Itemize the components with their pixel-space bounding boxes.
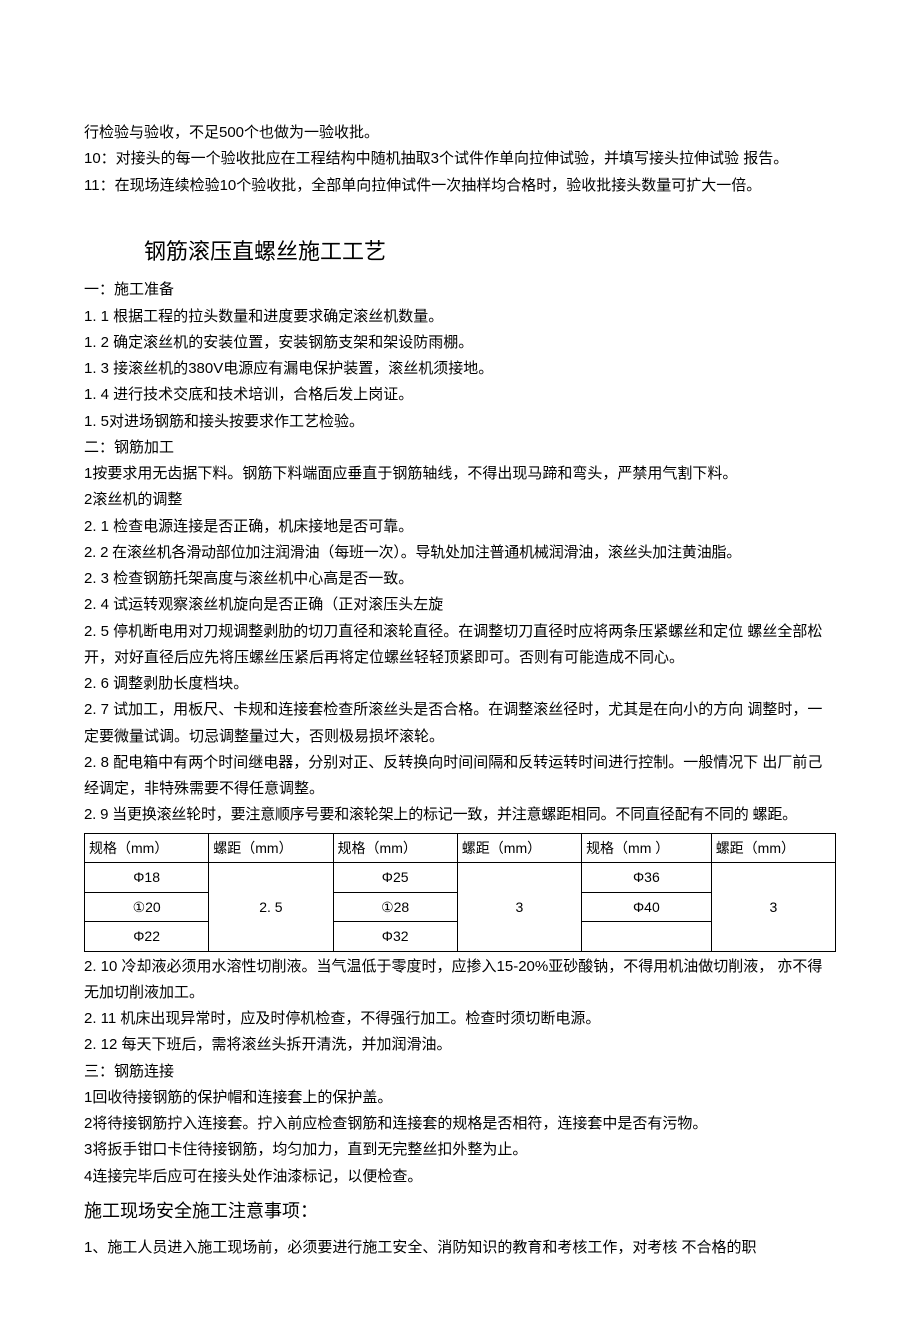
table-header-row: 规格（mm） 螺距（mm） 规格（mm） 螺距（mm） 规格（mm ） 螺距（m… xyxy=(85,833,836,863)
process-1: 1按要求用无齿据下料。钢筋下料端面应垂直于钢筋轴线，不得出现马蹄和弯头，严禁用气… xyxy=(84,461,836,487)
cell-spec: Φ40 xyxy=(582,892,712,922)
th-spec-2: 规格（mm） xyxy=(333,833,457,863)
intro-line-2: 10：对接头的每一个验收批应在工程结构中随机抽取3个试件作单向拉伸试验，并填写接… xyxy=(84,146,836,172)
connect-1: 1回收待接钢筋的保护帽和连接套上的保护盖。 xyxy=(84,1085,836,1111)
connect-2: 2将待接钢筋拧入连接套。拧入前应检查钢筋和连接套的规格是否相符，连接套中是否有污… xyxy=(84,1111,836,1137)
process-2-12: 2. 12 每天下班后，需将滚丝头拆开清洗，并加润滑油。 xyxy=(84,1032,836,1058)
connect-4: 4连接完毕后应可在接头处作油漆标记，以便检查。 xyxy=(84,1164,836,1190)
process-2-6: 2. 6 调整剥肋长度档块。 xyxy=(84,671,836,697)
section2-title: 施工现场安全施工注意事项： xyxy=(84,1196,836,1228)
section1-title: 钢筋滚压直螺丝施工工艺 xyxy=(144,233,836,272)
prep-item-2: 1. 2 确定滚丝机的安装位置，安装钢筋支架和架设防雨棚。 xyxy=(84,330,836,356)
th-spec-3: 规格（mm ） xyxy=(582,833,712,863)
process-2-2: 2. 2 在滚丝机各滑动部位加注润滑油（每班一次）。导轨处加注普通机械润滑油，滚… xyxy=(84,540,836,566)
intro-line-3: 11：在现场连续检验10个验收批，全部单向拉伸试件一次抽样均合格时，验收批接头数… xyxy=(84,173,836,199)
process-2-11: 2. 11 机床出现异常时，应及时停机检查，不得强行加工。检查时须切断电源。 xyxy=(84,1006,836,1032)
connect-heading: 三：钢筋连接 xyxy=(84,1059,836,1085)
process-2-1: 2. 1 检查电源连接是否正确，机床接地是否可靠。 xyxy=(84,514,836,540)
th-pitch-3: 螺距（mm） xyxy=(711,833,835,863)
safety-1: 1、施工人员进入施工现场前，必须要进行施工安全、消防知识的教育和考核工作，对考核… xyxy=(84,1235,836,1261)
cell-spec: ①28 xyxy=(333,892,457,922)
process-2-5: 2. 5 停机断电用对刀规调整剥肋的切刀直径和滚轮直径。在调整切刀直径时应将两条… xyxy=(84,619,836,672)
prep-heading: 一：施工准备 xyxy=(84,277,836,303)
process-2-7: 2. 7 试加工，用板尺、卡规和连接套检查所滚丝头是否合格。在调整滚丝径时，尤其… xyxy=(84,697,836,750)
spec-table: 规格（mm） 螺距（mm） 规格（mm） 螺距（mm） 规格（mm ） 螺距（m… xyxy=(84,833,836,952)
th-pitch-2: 螺距（mm） xyxy=(457,833,581,863)
spacer xyxy=(84,199,836,221)
process-2-8: 2. 8 配电箱中有两个时间继电器，分别对正、反转换向时间间隔和反转运转时间进行… xyxy=(84,750,836,803)
table-row: Φ18 2. 5 Φ25 3 Φ36 3 xyxy=(85,863,836,893)
prep-item-5: 1. 5对进场钢筋和接头按要求作工艺检验。 xyxy=(84,409,836,435)
prep-item-3: 1. 3 接滚丝机的380V电源应有漏电保护装置，滚丝机须接地。 xyxy=(84,356,836,382)
th-pitch-1: 螺距（mm） xyxy=(209,833,333,863)
cell-spec: Φ22 xyxy=(85,922,209,952)
cell-pitch: 3 xyxy=(457,863,581,952)
cell-spec: Φ32 xyxy=(333,922,457,952)
process-2: 2滚丝机的调整 xyxy=(84,487,836,513)
cell-spec: Φ18 xyxy=(85,863,209,893)
cell-spec xyxy=(582,922,712,952)
process-2-9: 2. 9 当更换滚丝轮时，要注意顺序号要和滚轮架上的标记一致，并注意螺距相同。不… xyxy=(84,802,836,828)
intro-line-1: 行检验与验收，不足500个也做为一验收批。 xyxy=(84,120,836,146)
prep-item-4: 1. 4 进行技术交底和技术培训，合格后发上岗证。 xyxy=(84,382,836,408)
process-heading: 二：钢筋加工 xyxy=(84,435,836,461)
cell-spec: Φ36 xyxy=(582,863,712,893)
cell-pitch: 2. 5 xyxy=(209,863,333,952)
cell-spec: Φ25 xyxy=(333,863,457,893)
cell-spec: ①20 xyxy=(85,892,209,922)
process-2-10: 2. 10 冷却液必须用水溶性切削液。当气温低于零度时，应掺入15-20%亚砂酸… xyxy=(84,954,836,1007)
cell-pitch: 3 xyxy=(711,863,835,952)
th-spec-1: 规格（mm） xyxy=(85,833,209,863)
process-2-3: 2. 3 检查钢筋托架高度与滚丝机中心高是否一致。 xyxy=(84,566,836,592)
process-2-4: 2. 4 试运转观察滚丝机旋向是否正确（正对滚压头左旋 xyxy=(84,592,836,618)
connect-3: 3将扳手钳口卡住待接钢筋，均匀加力，直到无完整丝扣外整为止。 xyxy=(84,1137,836,1163)
prep-item-1: 1. 1 根据工程的拉头数量和进度要求确定滚丝机数量。 xyxy=(84,304,836,330)
